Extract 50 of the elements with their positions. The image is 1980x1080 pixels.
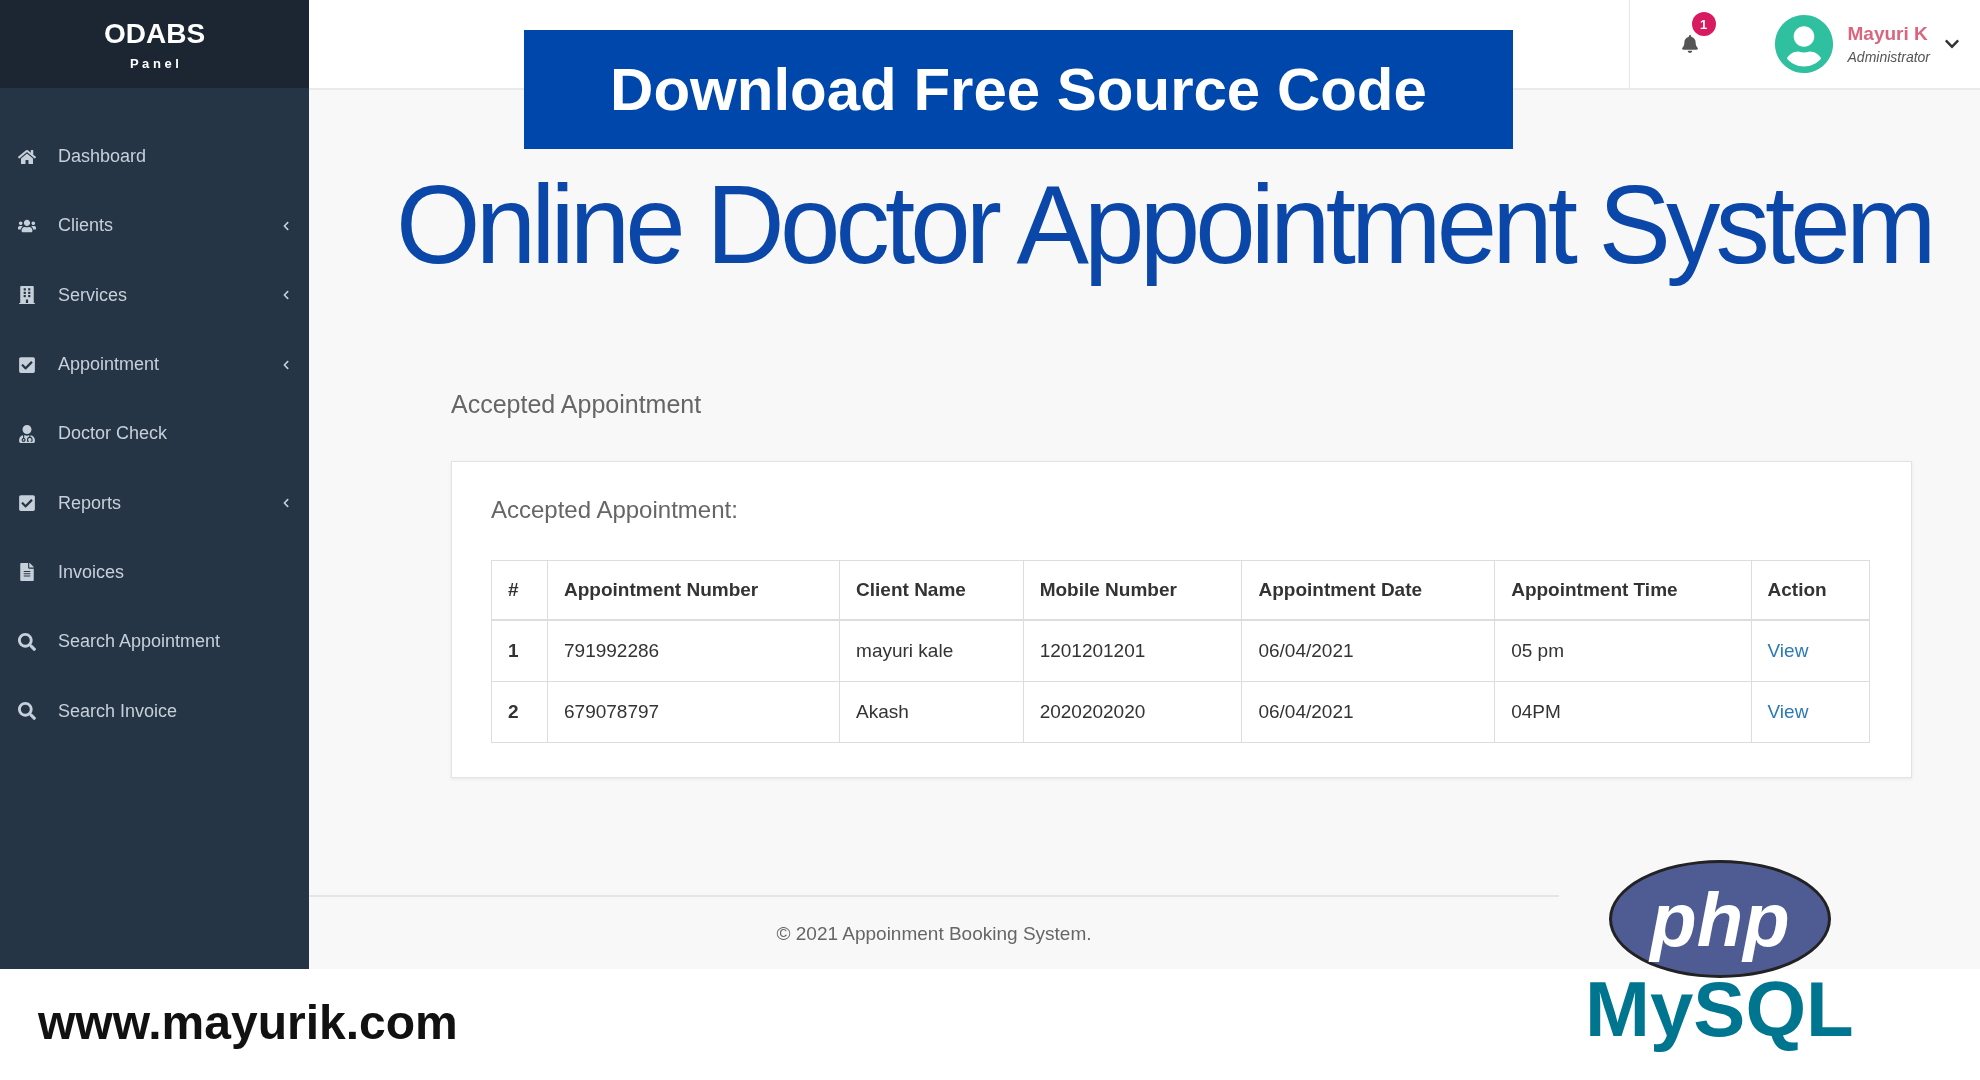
checkbox-icon (18, 494, 36, 513)
headline: Online Doctor Appointment System (396, 161, 1932, 289)
sidebar-item[interactable]: Clients (0, 191, 309, 261)
search-icon (18, 632, 36, 651)
checkbox-icon (18, 355, 36, 374)
table-cell: 791992286 (547, 620, 840, 682)
sidebar-item[interactable]: Dashboard (0, 122, 309, 192)
notification-badge: 1 (1691, 12, 1716, 36)
column-header: Mobile Number (1023, 560, 1242, 620)
table-cell: 05 pm (1494, 620, 1752, 682)
sidebar-item[interactable]: Services (0, 260, 309, 330)
column-header: Appointment Date (1241, 560, 1495, 620)
sidebar-item[interactable]: Search Invoice (0, 676, 309, 746)
table-cell: 06/04/2021 (1241, 681, 1495, 743)
bell-icon[interactable] (1680, 35, 1699, 53)
column-header: # (491, 560, 548, 620)
table-cell: 1201201201 (1023, 620, 1242, 682)
user-name: Mayuri K (1847, 23, 1929, 45)
building-icon (18, 286, 36, 305)
search-icon (18, 702, 36, 720)
view-link[interactable]: View (1767, 701, 1809, 722)
table-cell: 2020202020 (1023, 681, 1242, 743)
sidebar-item[interactable]: Appointment (0, 329, 309, 400)
promo-banner: Download Free Source Code (524, 30, 1513, 149)
brand-subtitle: P a n e l (130, 55, 179, 71)
card-title: Accepted Appointment: (491, 496, 739, 524)
column-header: Appointment Number (547, 560, 840, 620)
table-cell: mayuri kale (839, 620, 1024, 682)
footer-text: © 2021 Appoinment Booking System. (776, 923, 1092, 944)
sidebar-item[interactable]: Doctor Check (0, 399, 309, 469)
column-header: Client Name (839, 560, 1024, 620)
table-cell: 679078797 (547, 681, 840, 743)
document-icon (18, 563, 36, 582)
table-cell: 04PM (1494, 681, 1752, 743)
home-icon (18, 147, 36, 166)
sidebar-item[interactable]: Reports (0, 468, 309, 538)
column-header: Appointment Time (1494, 560, 1752, 620)
doctor-icon (18, 424, 36, 443)
sidebar-item[interactable]: Search Appointment (0, 607, 309, 677)
user-role: Administrator (1847, 49, 1930, 65)
page-title: Accepted Appointment (451, 390, 703, 419)
table-cell: Akash (839, 681, 1024, 743)
brand-name: ODABS (103, 17, 206, 50)
table-cell: 1 (491, 620, 548, 682)
website-address: www.mayurik.com (38, 995, 458, 1050)
view-link[interactable]: View (1767, 640, 1809, 661)
table-cell: 06/04/2021 (1241, 620, 1495, 682)
sidebar-item[interactable]: Invoices (0, 537, 309, 608)
column-header: Action (1751, 560, 1870, 620)
table-cell: 2 (491, 681, 548, 743)
